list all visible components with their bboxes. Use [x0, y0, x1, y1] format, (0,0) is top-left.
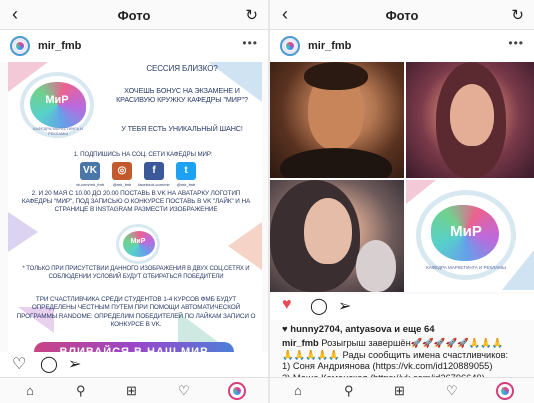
- right-screen: ‹ Фото ↻ mir_fmb ••• МиР КАФЕДРА МАРКЕТИ…: [270, 0, 534, 403]
- photo-girl: [270, 180, 404, 292]
- photo-young-woman: [406, 62, 534, 178]
- profile-icon[interactable]: [228, 382, 246, 400]
- search-icon[interactable]: ⚲: [344, 383, 354, 399]
- left-screen: ‹ Фото ↻ mir_fmb ••• МиР КАФЕДРА МАРКЕТИ…: [0, 0, 268, 403]
- page-title: Фото: [117, 8, 151, 23]
- page-title: Фото: [385, 8, 419, 23]
- logo: МиР КАФЕДРА МАРКЕТИНГА И РЕКЛАМЫ: [20, 72, 94, 138]
- post-header: mir_fmb •••: [270, 30, 534, 62]
- add-icon[interactable]: ⊞: [394, 383, 405, 399]
- facebook-caption: facebook.com/mir: [138, 182, 170, 187]
- logo-text: МиР: [45, 94, 69, 106]
- bottom-nav: ⌂ ⚲ ⊞ ♡: [0, 377, 268, 403]
- add-icon[interactable]: ⊞: [126, 383, 137, 399]
- instagram-caption: @mir_fmb: [112, 182, 132, 187]
- send-icon[interactable]: ➢: [338, 296, 351, 316]
- logo-tile: МиР КАФЕДРА МАРКЕТИНГА И РЕКЛАМЫ: [406, 180, 534, 292]
- top-bar: ‹ Фото ↻: [0, 0, 268, 30]
- decor-triangle: [228, 222, 262, 270]
- logo-text: МиР: [450, 223, 482, 240]
- logo: МиР: [116, 224, 160, 264]
- post-actions: ♥ ◯ ➢: [270, 294, 534, 320]
- avatar[interactable]: [10, 36, 30, 56]
- more-options-icon[interactable]: •••: [242, 36, 258, 50]
- bottom-nav: ⌂ ⚲ ⊞ ♡: [270, 377, 534, 403]
- post-username[interactable]: mir_fmb: [308, 40, 351, 52]
- poster-footer: Три счастливчика среди студентов 1-4 кур…: [16, 296, 256, 329]
- send-icon[interactable]: ➢: [68, 354, 81, 374]
- poster-step-2: 2. И 20 мая с 10.00 до 20.00 поставь в V…: [21, 190, 251, 213]
- post-image[interactable]: МиР КАФЕДРА МАРКЕТИНГА И РЕКЛАМЫ: [270, 62, 534, 292]
- profile-icon[interactable]: [496, 382, 514, 400]
- clothes-shape: [280, 148, 392, 178]
- search-icon[interactable]: ⚲: [76, 383, 86, 399]
- caption-text-1: Розыгрыш завершён🚀🚀🚀🚀🚀🙏🙏🙏: [318, 338, 504, 348]
- poster-line-2: Хочешь бонус на экзамене и красивую круж…: [116, 86, 248, 104]
- post-header: mir_fmb •••: [0, 30, 268, 62]
- home-icon[interactable]: ⌂: [294, 383, 302, 398]
- heart-outline-icon[interactable]: ♡: [178, 383, 190, 399]
- logo: МиР КАФЕДРА МАРКЕТИНГА И РЕКЛАМЫ: [416, 190, 516, 280]
- post-username[interactable]: mir_fmb: [38, 40, 81, 52]
- post-image[interactable]: МиР КАФЕДРА МАРКЕТИНГА И РЕКЛАМЫ Сессия …: [8, 62, 262, 352]
- photo-young-man: [270, 62, 404, 178]
- home-icon[interactable]: ⌂: [26, 383, 34, 398]
- poster-step-1: 1. Подпишись на соц. сети кафедры МиР:: [73, 151, 213, 158]
- logo-caption: КАФЕДРА МАРКЕТИНГА И РЕКЛАМЫ: [426, 265, 506, 270]
- twitter-icon: t: [176, 162, 196, 180]
- poster-note: * Только при присутствии данного изображ…: [22, 266, 250, 280]
- poster-line-1: Сессия близко?: [146, 64, 218, 73]
- refresh-icon[interactable]: ↻: [245, 6, 258, 24]
- face-shape: [450, 84, 494, 146]
- vk-icon: VK: [80, 162, 100, 180]
- caption-line-3: 1) Соня Андриянова (https://vk.com/id120…: [282, 361, 493, 371]
- top-bar: ‹ Фото ↻: [270, 0, 534, 30]
- clothes-shape: [356, 240, 396, 292]
- decor-triangle: [8, 212, 38, 252]
- face-shape: [304, 198, 352, 264]
- logo-text: МиР: [130, 238, 146, 245]
- caption-line-2: 🙏🙏🙏🙏🙏 Рады сообщить имена счастливчиков:: [282, 349, 509, 360]
- instagram-icon: ◎: [112, 162, 132, 180]
- avatar[interactable]: [280, 36, 300, 56]
- facebook-icon: f: [144, 162, 164, 180]
- caption-username[interactable]: mir_fmb: [282, 338, 319, 348]
- comment-icon[interactable]: ◯: [310, 296, 328, 316]
- heart-outline-icon[interactable]: ♡: [446, 383, 458, 399]
- caption-line-1: mir_fmb Розыгрыш завершён🚀🚀🚀🚀🚀🙏🙏🙏: [282, 338, 530, 350]
- heart-icon[interactable]: ♥: [282, 296, 292, 314]
- decor-triangle: [406, 180, 436, 204]
- refresh-icon[interactable]: ↻: [511, 6, 524, 24]
- more-options-icon[interactable]: •••: [508, 36, 524, 50]
- post-actions: ♡ ◯ ➢: [0, 352, 268, 378]
- poster-banner: ВЛИВАЙСЯ В НАШ МИР: [34, 342, 234, 352]
- logo-caption: КАФЕДРА МАРКЕТИНГА И РЕКЛАМЫ: [33, 126, 83, 136]
- twitter-caption: @mir_fmb: [176, 182, 196, 187]
- hair-shape: [304, 62, 368, 90]
- vk-caption: vk.com/mir_fmb: [75, 182, 105, 187]
- likes-text: hunny2704, antyasova и еще 64: [290, 324, 435, 335]
- likes-line[interactable]: ♥ hunny2704, antyasova и еще 64: [282, 324, 435, 335]
- poster-line-3: У тебя есть уникальный шанс!: [121, 124, 243, 133]
- heart-icon[interactable]: ♡: [12, 354, 26, 374]
- comment-icon[interactable]: ◯: [40, 354, 58, 374]
